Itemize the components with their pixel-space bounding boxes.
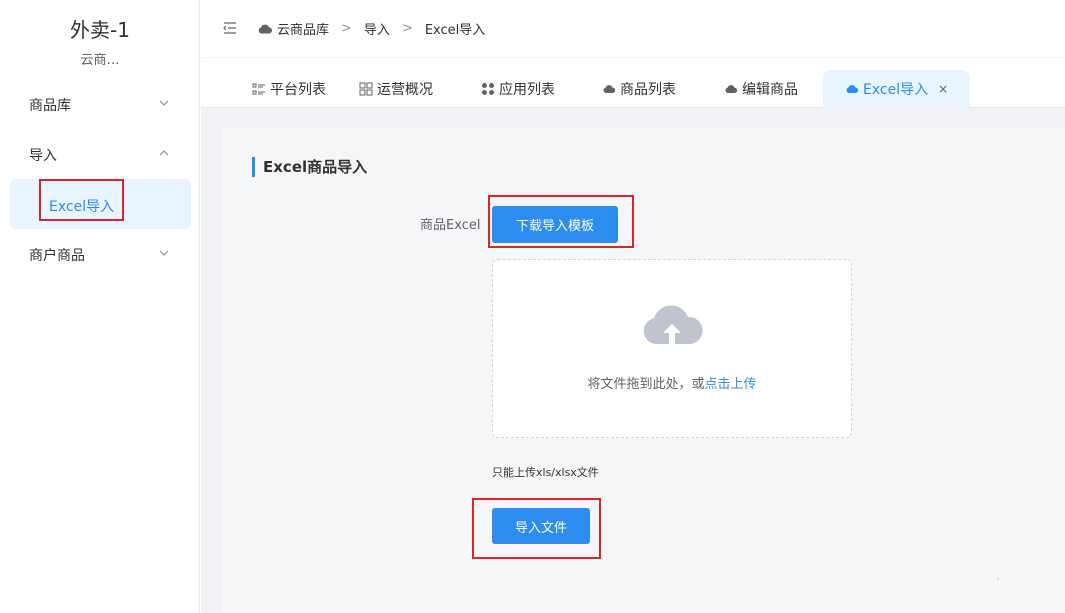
app-title: 外卖-1 xyxy=(70,18,130,42)
breadcrumb-separator: > xyxy=(341,21,352,36)
tab-label: 应用列表 xyxy=(499,82,555,98)
decorative-dot xyxy=(997,578,999,580)
tab-label: Excel导入 xyxy=(863,82,929,98)
tab-label: 编辑商品 xyxy=(742,82,798,98)
breadcrumb-item[interactable]: 云商品库 xyxy=(257,19,329,38)
tab-operations-overview[interactable]: 运营概况 xyxy=(359,70,433,108)
submenu-item-label: Excel导入 xyxy=(49,199,115,215)
tab-excel-import[interactable]: Excel导入 × xyxy=(823,70,971,108)
menu-item-product-library[interactable]: 商品库 xyxy=(0,79,200,129)
tab-app-list[interactable]: 应用列表 xyxy=(481,70,555,108)
apps-icon xyxy=(482,83,494,95)
menu-item-import[interactable]: 导入 xyxy=(0,129,200,179)
grid-icon xyxy=(359,82,373,96)
tab-label: 平台列表 xyxy=(270,82,326,98)
form-label-product-excel: 商品Excel xyxy=(420,218,481,233)
menu-fold-icon[interactable] xyxy=(222,20,238,36)
cloud-upload-icon xyxy=(640,300,704,352)
chevron-up-icon xyxy=(158,147,170,159)
list-icon xyxy=(252,83,265,95)
cloud-icon xyxy=(603,85,616,93)
cloud-icon xyxy=(258,24,273,33)
cloud-icon xyxy=(846,85,859,93)
submenu-item-excel-import[interactable]: Excel导入 xyxy=(10,179,191,229)
upload-text: 将文件拖到此处，或 xyxy=(587,377,705,392)
upload-dropzone[interactable]: 将文件拖到此处，或点击上传 xyxy=(492,259,852,438)
header: 云商品库 > 导入 > Excel导入 xyxy=(201,0,1065,58)
cloud-icon xyxy=(725,85,738,93)
menu-item-merchant-products[interactable]: 商户商品 xyxy=(0,229,200,279)
tab-product-list[interactable]: 商品列表 xyxy=(602,70,676,108)
tab-edit-product[interactable]: 编辑商品 xyxy=(724,70,798,108)
upload-instruction: 将文件拖到此处，或点击上传 xyxy=(493,373,851,392)
tab-label: 商品列表 xyxy=(620,82,676,98)
chevron-down-icon xyxy=(158,97,170,109)
breadcrumb-item: Excel导入 xyxy=(424,23,486,38)
tab-label: 运营概况 xyxy=(377,82,433,98)
tab-bar: 平台列表 运营概况 应用列表 商品列表 编辑商品 Excel导入 × xyxy=(201,58,1065,108)
sidebar: 外卖-1 云商… 商品库 导入 Excel导入 商户商品 xyxy=(0,0,200,613)
close-icon[interactable]: × xyxy=(938,82,948,96)
breadcrumb-item[interactable]: 导入 xyxy=(364,19,390,38)
import-file-button[interactable]: 导入文件 xyxy=(492,508,590,544)
menu-item-label: 商户商品 xyxy=(29,248,85,264)
breadcrumb-label: 云商品库 xyxy=(277,23,330,38)
app-subtitle: 云商… xyxy=(80,53,120,68)
chevron-down-icon xyxy=(158,247,170,259)
menu-item-label: 导入 xyxy=(29,148,57,164)
section-title: Excel商品导入 xyxy=(252,157,367,177)
upload-click-link[interactable]: 点击上传 xyxy=(705,377,757,392)
menu-item-label: 商品库 xyxy=(29,98,71,114)
breadcrumb-separator: > xyxy=(401,21,413,36)
upload-tip: 只能上传xls/xlsx文件 xyxy=(492,466,599,479)
tab-platform-list[interactable]: 平台列表 xyxy=(252,70,326,108)
breadcrumb: 云商品库 > 导入 > Excel导入 xyxy=(257,19,485,38)
download-template-button[interactable]: 下载导入模板 xyxy=(492,206,618,243)
